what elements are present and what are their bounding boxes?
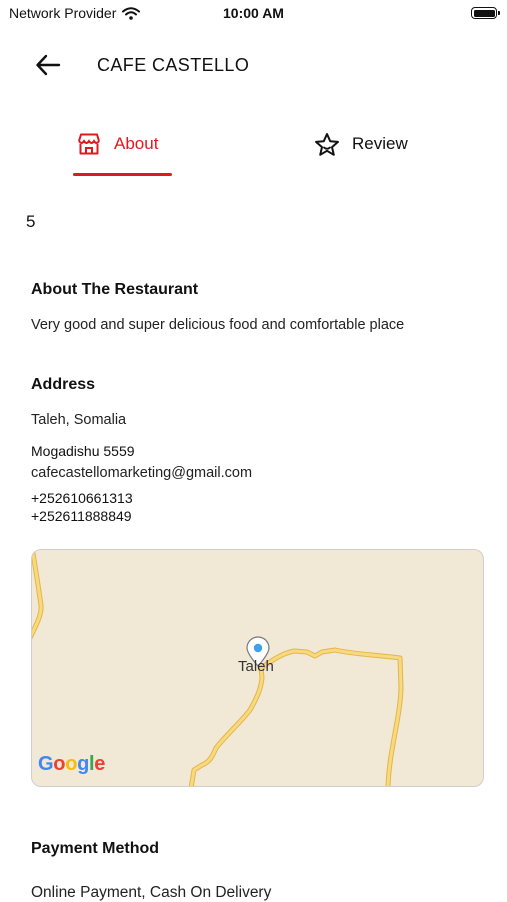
battery-icon (471, 7, 500, 19)
phone-1[interactable]: +252610661313 (31, 490, 133, 506)
phone-2[interactable]: +252611888849 (31, 508, 132, 524)
star-icon (315, 132, 339, 156)
back-button[interactable] (30, 48, 66, 82)
about-heading: About The Restaurant (31, 281, 199, 298)
payment-methods: Online Payment, Cash On Delivery (31, 884, 272, 901)
tab-about[interactable]: About (76, 128, 158, 160)
email-link[interactable]: cafecastellomarketing@gmail.com (31, 465, 252, 481)
address-line2: Mogadishu 5559 (31, 443, 135, 459)
arrow-left-icon (36, 54, 61, 76)
active-tab-indicator (73, 173, 172, 176)
tab-about-label: About (114, 134, 159, 153)
payment-heading: Payment Method (31, 840, 160, 857)
map-place-label: Taleh (238, 658, 274, 675)
location-map[interactable]: Taleh Google (31, 549, 484, 787)
status-time: 10:00 AM (223, 5, 284, 21)
address-location: Taleh, Somalia (31, 412, 127, 428)
tab-review-label: Review (352, 134, 408, 153)
address-heading: Address (31, 376, 96, 393)
google-logo: Google (38, 753, 106, 775)
page-title: CAFE CASTELLO (97, 55, 250, 75)
rating-value: 5 (26, 212, 36, 231)
tab-review[interactable]: Review (314, 128, 408, 160)
store-icon (78, 133, 100, 155)
about-description: Very good and super delicious food and c… (31, 317, 405, 333)
